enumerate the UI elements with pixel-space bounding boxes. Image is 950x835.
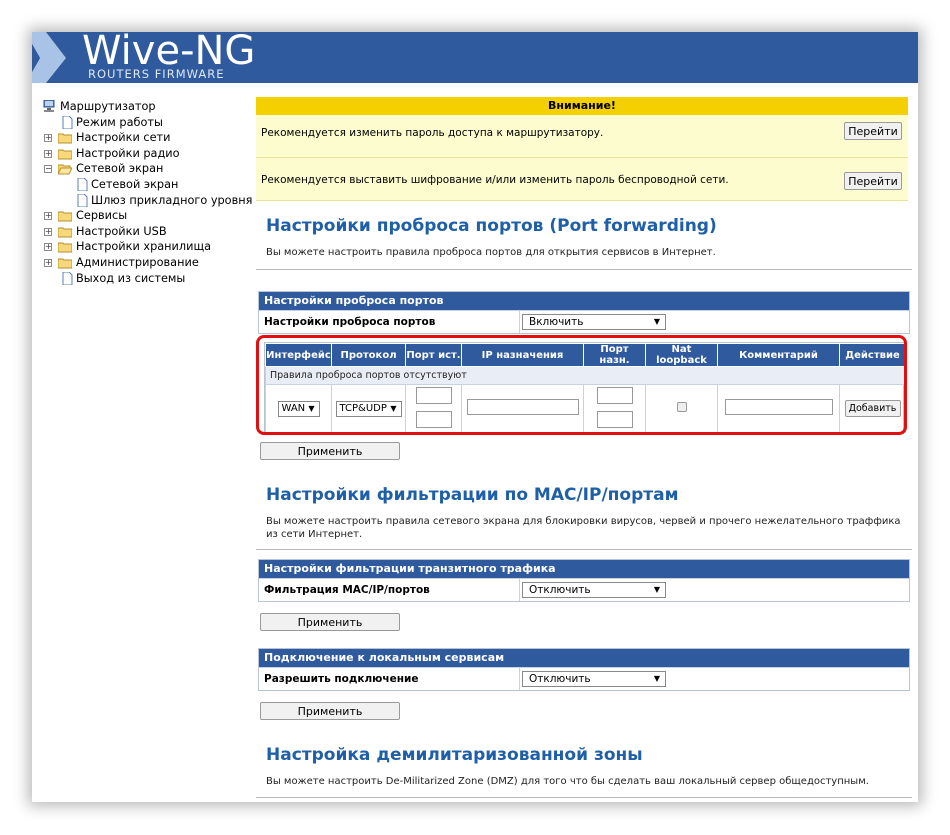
dmz-title: Настройка демилитаризованной зоны	[266, 745, 643, 765]
local-services-toggle-row: Разрешить подключение Отключить ▼	[259, 667, 909, 690]
tree-item-label: Выход из системы	[76, 271, 186, 285]
filtering-panel: Настройки фильтрации транзитного трафика…	[258, 559, 910, 602]
local-services-panel: Подключение к локальным сервисам Разреши…	[258, 648, 910, 691]
minus-icon[interactable]: −	[44, 165, 52, 174]
open-folder-icon	[58, 164, 72, 175]
divider	[256, 269, 912, 270]
folder-icon	[58, 258, 72, 269]
wive-logo-icon	[32, 32, 66, 83]
computer-icon	[43, 100, 55, 112]
port-forwarding-toggle-row: Настройки проброса портов Включить ▼	[259, 310, 909, 333]
folder-icon	[58, 211, 72, 222]
apply-local-services-button[interactable]: Применить	[260, 702, 400, 720]
divider	[256, 797, 912, 798]
goto-password-button[interactable]: Перейти	[844, 122, 902, 140]
tree-item-network[interactable]: + Настройки сети	[42, 130, 252, 146]
folder-icon	[58, 149, 72, 160]
page-icon	[77, 193, 88, 207]
tree-item-services[interactable]: + Сервисы	[42, 208, 252, 224]
plus-icon[interactable]: +	[44, 149, 52, 158]
plus-icon[interactable]: +	[44, 243, 52, 252]
plus-icon[interactable]: +	[44, 258, 52, 267]
panel-header: Настройки проброса портов	[259, 292, 909, 310]
tree-item-label: Сервисы	[76, 209, 128, 223]
page-icon	[77, 177, 88, 191]
tree-item-label: Настройки хранилища	[76, 240, 212, 254]
panel-header: Подключение к локальным сервисам	[259, 649, 909, 667]
highlight-outline	[256, 335, 907, 435]
tree-item-logout[interactable]: Выход из системы	[42, 271, 252, 287]
header-banner: Wive-NG ROUTERS FIRMWARE	[32, 32, 918, 83]
port-forwarding-description: Вы можете настроить правила проброса пор…	[266, 247, 716, 258]
plus-icon[interactable]: +	[44, 134, 52, 143]
tree-item-mode[interactable]: Режим работы	[42, 115, 252, 131]
page-icon	[62, 115, 73, 129]
tree-item-label: Режим работы	[76, 115, 163, 129]
tree-item-label: Настройки USB	[76, 224, 167, 238]
filtering-select[interactable]: Отключить ▼	[522, 582, 666, 598]
local-services-select[interactable]: Отключить ▼	[522, 671, 666, 687]
chevron-down-icon: ▼	[653, 317, 660, 326]
tree-item-label: Настройки радио	[76, 146, 180, 160]
tree-item-label: Сетевой экран	[76, 162, 164, 176]
tree-item-alg[interactable]: Шлюз прикладного уровня	[42, 193, 252, 209]
warning-text: Рекомендуется изменить пароль доступа к …	[261, 127, 604, 139]
tree-item-label: Сетевой экран	[91, 177, 179, 191]
warning-box: Внимание! Рекомендуется изменить пароль …	[256, 97, 908, 201]
tree-item-label: Настройки сети	[76, 131, 171, 145]
divider	[256, 549, 912, 550]
plus-icon[interactable]: +	[44, 227, 52, 236]
tree-item-usb[interactable]: + Настройки USB	[42, 224, 252, 240]
row-label: Настройки проброса портов	[264, 316, 436, 328]
port-forwarding-panel: Настройки проброса портов Настройки проб…	[258, 291, 910, 334]
page-icon	[62, 271, 73, 285]
folder-icon	[58, 242, 72, 253]
tree-item-label: Шлюз прикладного уровня	[91, 193, 253, 207]
chevron-down-icon: ▼	[653, 674, 660, 683]
dmz-description: Вы можете настроить De-Militarized Zone …	[266, 776, 869, 787]
port-forwarding-select[interactable]: Включить ▼	[522, 314, 666, 330]
row-label: Разрешить подключение	[264, 673, 419, 685]
tree-item-storage[interactable]: + Настройки хранилища	[42, 239, 252, 255]
warning-text: Рекомендуется выставить шифрование и/или…	[261, 174, 729, 186]
tree-item-radio[interactable]: + Настройки радио	[42, 146, 252, 162]
tree-root-router[interactable]: Маршрутизатор	[42, 99, 252, 115]
warning-title: Внимание!	[256, 97, 908, 115]
filtering-toggle-row: Фильтрация MAC/IP/портов Отключить ▼	[259, 578, 909, 601]
browser-frame: Wive-NG ROUTERS FIRMWARE Маршрутизатор Р…	[32, 32, 918, 802]
apply-filtering-button[interactable]: Применить	[260, 613, 400, 631]
panel-header: Настройки фильтрации транзитного трафика	[259, 560, 909, 578]
port-forwarding-title: Настройки проброса портов (Port forwardi…	[266, 216, 717, 236]
plus-icon[interactable]: +	[44, 212, 52, 221]
folder-icon	[58, 227, 72, 238]
warning-row-password: Рекомендуется изменить пароль доступа к …	[256, 115, 908, 158]
navigation-tree: Маршрутизатор Режим работы + Настройки с…	[42, 99, 252, 286]
tree-item-admin[interactable]: + Администрирование	[42, 255, 252, 271]
apply-port-forwarding-button[interactable]: Применить	[260, 442, 400, 460]
warning-row-wireless: Рекомендуется выставить шифрование и/или…	[256, 158, 908, 201]
tree-item-firewall-sub[interactable]: Сетевой экран	[42, 177, 252, 193]
tree-item-label: Администрирование	[76, 255, 199, 269]
filtering-description: Вы можете настроить правила сетевого экр…	[266, 516, 901, 540]
row-label: Фильтрация MAC/IP/портов	[264, 584, 430, 596]
logo-subtitle: ROUTERS FIRMWARE	[88, 67, 225, 81]
goto-wireless-button[interactable]: Перейти	[844, 172, 902, 190]
chevron-down-icon: ▼	[653, 585, 660, 594]
tree-item-firewall[interactable]: − Сетевой экран	[42, 161, 252, 177]
filtering-title: Настройки фильтрации по MAC/IP/портам	[266, 485, 679, 505]
tree-root-label: Маршрутизатор	[60, 100, 156, 113]
folder-icon	[58, 133, 72, 144]
